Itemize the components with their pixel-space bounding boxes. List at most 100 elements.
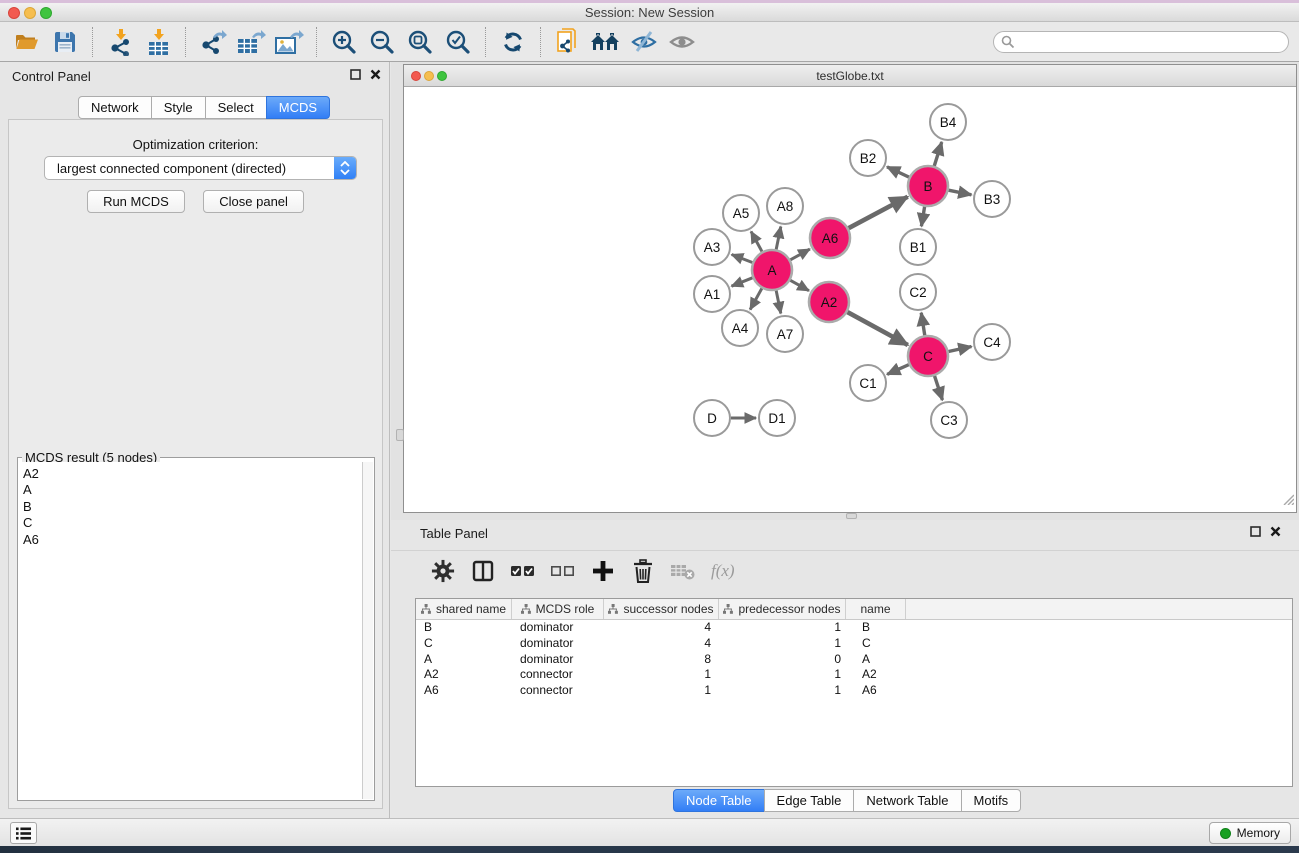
tab-style[interactable]: Style xyxy=(151,96,206,119)
show-graphics-details-button[interactable] xyxy=(666,26,698,58)
graph-node-A6[interactable]: A6 xyxy=(810,218,850,258)
mcds-result-item[interactable]: C xyxy=(23,515,362,531)
table-cell[interactable]: A6 xyxy=(846,683,906,699)
network-maximize-button[interactable] xyxy=(437,71,447,81)
delete-table-button[interactable] xyxy=(667,555,699,587)
search-input[interactable] xyxy=(993,31,1289,53)
edge-A2-C[interactable] xyxy=(847,312,907,345)
table-cell[interactable]: B xyxy=(846,620,906,636)
column-header-successor-nodes[interactable]: successor nodes xyxy=(604,599,719,619)
minimize-window-button[interactable] xyxy=(24,7,36,19)
table-cell[interactable]: B xyxy=(416,620,512,636)
network-window-titlebar[interactable]: testGlobe.txt xyxy=(404,65,1296,87)
table-cell[interactable]: A xyxy=(846,652,906,668)
close-panel-button[interactable]: Close panel xyxy=(203,190,304,213)
graph-node-A[interactable]: A xyxy=(752,250,792,290)
network-minimize-button[interactable] xyxy=(424,71,434,81)
edge-B-B3[interactable] xyxy=(949,190,972,195)
mcds-result-item[interactable]: B xyxy=(23,499,362,515)
zoom-in-button[interactable] xyxy=(328,26,360,58)
graph-node-A4[interactable]: A4 xyxy=(722,310,758,346)
network-graph[interactable]: B4B2BB3A8A5A6A3B1AC2A1A2A4A7C4CC1C3DD1 xyxy=(405,88,1296,512)
mcds-result-item[interactable]: A6 xyxy=(23,532,362,548)
table-settings-button[interactable] xyxy=(427,555,459,587)
table-row[interactable]: Adominator80A xyxy=(416,652,1292,668)
close-table-panel-icon[interactable] xyxy=(1270,526,1281,537)
graph-node-A3[interactable]: A3 xyxy=(694,229,730,265)
table-cell[interactable]: 4 xyxy=(604,636,719,652)
edge-B-B1[interactable] xyxy=(921,207,924,227)
graph-node-B3[interactable]: B3 xyxy=(974,181,1010,217)
table-row[interactable]: A2connector11A2 xyxy=(416,667,1292,683)
export-table-button[interactable] xyxy=(235,26,267,58)
edge-A-A6[interactable] xyxy=(790,249,809,260)
edge-A-A3[interactable] xyxy=(732,255,753,263)
show-columns-button[interactable] xyxy=(467,555,499,587)
table-cell[interactable]: dominator xyxy=(512,620,604,636)
unselect-all-button[interactable] xyxy=(547,555,579,587)
edge-B-B2[interactable] xyxy=(887,167,909,177)
graph-node-A1[interactable]: A1 xyxy=(694,276,730,312)
vertical-split-handle[interactable] xyxy=(396,429,404,441)
table-cell[interactable]: 8 xyxy=(604,652,719,668)
export-image-button[interactable] xyxy=(273,26,305,58)
column-header-shared-name[interactable]: shared name xyxy=(416,599,512,619)
tab-network-table[interactable]: Network Table xyxy=(853,789,961,812)
zoom-fit-button[interactable] xyxy=(404,26,436,58)
mcds-result-item[interactable]: A xyxy=(23,482,362,498)
table-cell[interactable]: C xyxy=(416,636,512,652)
table-cell[interactable]: connector xyxy=(512,683,604,699)
close-window-button[interactable] xyxy=(8,7,20,19)
graph-node-A5[interactable]: A5 xyxy=(723,195,759,231)
graph-node-A2[interactable]: A2 xyxy=(809,282,849,322)
tab-motifs[interactable]: Motifs xyxy=(961,789,1022,812)
graph-node-C[interactable]: C xyxy=(908,336,948,376)
network-close-button[interactable] xyxy=(411,71,421,81)
graph-node-A8[interactable]: A8 xyxy=(767,188,803,224)
edge-C-C1[interactable] xyxy=(887,365,909,375)
graph-node-C4[interactable]: C4 xyxy=(974,324,1010,360)
edge-A6-B[interactable] xyxy=(849,197,908,228)
edge-B-B4[interactable] xyxy=(934,142,941,166)
column-header-predecessor-nodes[interactable]: predecessor nodes xyxy=(719,599,846,619)
table-row[interactable]: Cdominator41C xyxy=(416,636,1292,652)
add-entry-button[interactable] xyxy=(587,555,619,587)
refresh-button[interactable] xyxy=(497,26,529,58)
table-cell[interactable]: 1 xyxy=(719,636,846,652)
zoom-selected-button[interactable] xyxy=(442,26,474,58)
mcds-result-list[interactable]: A2ABCA6 xyxy=(19,462,362,799)
column-header-name[interactable]: name xyxy=(846,599,906,619)
edge-A-A8[interactable] xyxy=(776,227,781,250)
import-table-button[interactable] xyxy=(142,26,174,58)
float-panel-icon[interactable] xyxy=(350,69,361,80)
table-cell[interactable]: A6 xyxy=(416,683,512,699)
tab-network[interactable]: Network xyxy=(78,96,152,119)
home-button[interactable] xyxy=(590,26,622,58)
import-network-button[interactable] xyxy=(104,26,136,58)
table-cell[interactable]: connector xyxy=(512,667,604,683)
mcds-result-scrollbar[interactable] xyxy=(362,462,373,799)
resize-grip-icon[interactable] xyxy=(1281,492,1294,510)
tab-node-table[interactable]: Node Table xyxy=(673,789,765,812)
table-cell[interactable]: 1 xyxy=(604,683,719,699)
table-cell[interactable]: 1 xyxy=(719,620,846,636)
edge-A-A1[interactable] xyxy=(731,278,752,286)
edge-A-A4[interactable] xyxy=(750,288,762,309)
table-row[interactable]: Bdominator41B xyxy=(416,620,1292,636)
criterion-dropdown[interactable]: largest connected component (directed) xyxy=(44,156,357,180)
edge-A-A7[interactable] xyxy=(776,291,781,314)
tab-mcds[interactable]: MCDS xyxy=(266,96,330,119)
export-network-button[interactable] xyxy=(197,26,229,58)
zoom-out-button[interactable] xyxy=(366,26,398,58)
edge-A-A2[interactable] xyxy=(790,280,809,290)
table-cell[interactable]: 4 xyxy=(604,620,719,636)
table-cell[interactable]: 0 xyxy=(719,652,846,668)
graph-node-D[interactable]: D xyxy=(694,400,730,436)
hide-graphics-details-button[interactable] xyxy=(628,26,660,58)
column-header-MCDS-role[interactable]: MCDS role xyxy=(512,599,604,619)
graph-node-C1[interactable]: C1 xyxy=(850,365,886,401)
graph-node-C2[interactable]: C2 xyxy=(900,274,936,310)
edge-C-C3[interactable] xyxy=(935,376,943,400)
table-cell[interactable]: A2 xyxy=(416,667,512,683)
table-row[interactable]: A6connector11A6 xyxy=(416,683,1292,699)
